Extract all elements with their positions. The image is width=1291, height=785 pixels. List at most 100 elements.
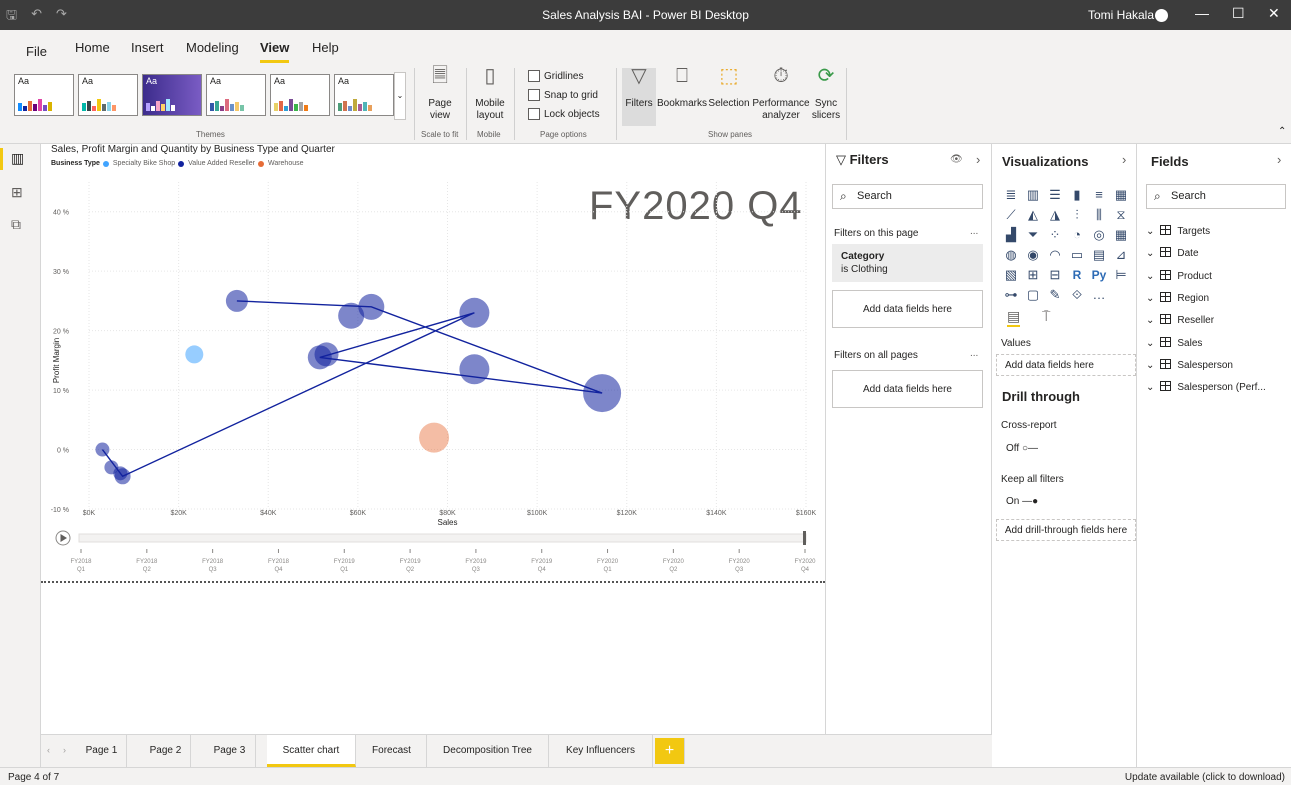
eye-icon[interactable]: 👁 bbox=[950, 154, 963, 165]
menu-modeling[interactable]: Modeling bbox=[186, 40, 239, 55]
cross-report-toggle[interactable]: Off ○— bbox=[1006, 443, 1038, 454]
close-button[interactable]: ✕ bbox=[1268, 5, 1280, 22]
viz-100-bar-icon[interactable]: ≡ bbox=[1088, 186, 1110, 204]
viz-r-icon[interactable]: R bbox=[1066, 266, 1088, 284]
viz-slicer-icon[interactable]: ▧ bbox=[1000, 266, 1022, 284]
filters-pane-button[interactable]: ▽ Filters bbox=[624, 66, 654, 110]
viz-stacked-bar-icon[interactable]: ≣ bbox=[1000, 186, 1022, 204]
collapse-pane-icon[interactable]: › bbox=[1277, 152, 1281, 167]
viz-area-icon[interactable]: ◭ bbox=[1022, 206, 1044, 224]
tab-page-2[interactable]: Page 2 bbox=[141, 735, 191, 767]
viz-decomposition-icon[interactable]: ⊶ bbox=[1000, 286, 1022, 304]
theme-swatch[interactable]: Aa bbox=[334, 74, 394, 116]
viz-multi-row-card-icon[interactable]: ▤ bbox=[1088, 246, 1110, 264]
lock-objects-checkbox[interactable]: Lock objects bbox=[528, 108, 600, 120]
tab-page-1[interactable]: Page 1 bbox=[77, 735, 127, 767]
tab-page-3[interactable]: Page 3 bbox=[204, 735, 256, 767]
viz-stacked-column-icon[interactable]: ▥ bbox=[1022, 186, 1044, 204]
theme-swatch-selected[interactable]: Aa bbox=[142, 74, 202, 116]
viz-donut-icon[interactable]: ◎ bbox=[1088, 226, 1110, 244]
performance-analyzer-button[interactable]: ⏱ Performance analyzer bbox=[752, 66, 810, 122]
viz-table-icon[interactable]: ⊞ bbox=[1022, 266, 1044, 284]
viz-line-column-icon[interactable]: ⫶ bbox=[1066, 206, 1088, 224]
menu-insert[interactable]: Insert bbox=[131, 40, 164, 55]
drill-through-field-well[interactable]: Add drill-through fields here bbox=[996, 519, 1136, 541]
field-table-item[interactable]: ⌄ Salesperson (Perf... bbox=[1146, 381, 1266, 393]
viz-kpi-icon[interactable]: ⊿ bbox=[1110, 246, 1132, 264]
collapse-pane-icon[interactable]: › bbox=[1122, 152, 1126, 167]
fields-well-icon[interactable]: ▤ bbox=[1007, 308, 1021, 327]
field-table-item[interactable]: ⌄ Date bbox=[1146, 247, 1199, 259]
viz-pie-icon[interactable]: ◔ bbox=[1066, 226, 1088, 244]
add-page-filter-well[interactable]: Add data fields here bbox=[832, 290, 983, 328]
theme-swatch[interactable]: Aa bbox=[78, 74, 138, 116]
tab-forecast[interactable]: Forecast bbox=[357, 735, 427, 767]
tab-scroll-right-icon[interactable]: › bbox=[63, 745, 66, 755]
mobile-layout-button[interactable]: ▯ Mobile layout bbox=[470, 66, 510, 122]
viz-qa-icon[interactable]: ▢ bbox=[1022, 286, 1044, 304]
tab-scroll-left-icon[interactable]: ‹ bbox=[47, 745, 50, 755]
viz-line-icon[interactable]: ⟋ bbox=[1000, 206, 1022, 224]
theme-gallery-expand-icon[interactable]: ⌄ bbox=[394, 72, 406, 120]
viz-smart-narrative-icon[interactable]: ✎ bbox=[1044, 286, 1066, 304]
data-view-icon[interactable]: ⊞ bbox=[11, 184, 23, 201]
viz-filled-map-icon[interactable]: ◉ bbox=[1022, 246, 1044, 264]
menu-help[interactable]: Help bbox=[312, 40, 339, 55]
field-table-item[interactable]: ⌄ Salesperson bbox=[1146, 358, 1233, 371]
selection-pane-button[interactable]: ⬚ Selection bbox=[708, 66, 750, 110]
play-axis-handle[interactable] bbox=[803, 531, 806, 545]
viz-stacked-area-icon[interactable]: ◮ bbox=[1044, 206, 1066, 224]
add-page-button[interactable]: + bbox=[655, 738, 685, 764]
viz-map-icon[interactable]: ◍ bbox=[1000, 246, 1022, 264]
scatter-chart[interactable]: -10 % 0 % 10 % 20 % 30 % 40 % $0K $20K $40K $60K $… bbox=[41, 144, 825, 584]
values-field-well[interactable]: Add data fields here bbox=[996, 354, 1136, 376]
viz-clustered-bar-icon[interactable]: ☰ bbox=[1044, 186, 1066, 204]
field-table-item[interactable]: ⌄ Sales bbox=[1146, 336, 1202, 349]
minimize-button[interactable]: — bbox=[1195, 5, 1209, 21]
field-table-item[interactable]: ⌄ Reseller bbox=[1146, 314, 1214, 326]
viz-more-icon[interactable]: … bbox=[1088, 286, 1110, 304]
viz-100-column-icon[interactable]: ▦ bbox=[1110, 186, 1132, 204]
menu-view[interactable]: View bbox=[260, 40, 290, 63]
format-paint-roller-icon[interactable]: ⍑ bbox=[1042, 308, 1050, 325]
sync-slicers-button[interactable]: ⟳ Sync slicers bbox=[810, 66, 842, 122]
viz-gauge-icon[interactable]: ◠ bbox=[1044, 246, 1066, 264]
viz-matrix-icon[interactable]: ⊟ bbox=[1044, 266, 1066, 284]
avatar[interactable] bbox=[1155, 9, 1168, 22]
viz-py-icon[interactable]: Py bbox=[1088, 266, 1110, 284]
viz-paginated-icon[interactable]: ⟐ bbox=[1066, 286, 1088, 304]
add-all-pages-filter-well[interactable]: Add data fields here bbox=[832, 370, 983, 408]
report-canvas[interactable]: Sales, Profit Margin and Quantity by Bus… bbox=[41, 144, 825, 734]
viz-key-influencers-icon[interactable]: ⊨ bbox=[1110, 266, 1132, 284]
field-table-item[interactable]: ⌄ Region bbox=[1146, 291, 1209, 304]
field-table-item[interactable]: ⌄ Targets bbox=[1146, 225, 1210, 237]
report-view-icon[interactable]: ▥ bbox=[11, 150, 24, 167]
model-view-icon[interactable]: ⧉ bbox=[11, 216, 21, 233]
viz-card-icon[interactable]: ▭ bbox=[1066, 246, 1088, 264]
more-options-icon[interactable]: ... bbox=[970, 226, 978, 237]
collapse-ribbon-icon[interactable]: ⌃ bbox=[1278, 126, 1286, 137]
maximize-button[interactable]: ☐ bbox=[1232, 5, 1245, 22]
fields-search-input[interactable]: ⌕ Search bbox=[1146, 184, 1286, 209]
user-name[interactable]: Tomi Hakala bbox=[1088, 8, 1154, 22]
theme-swatch[interactable]: Aa bbox=[270, 74, 330, 116]
viz-treemap-icon[interactable]: ▦ bbox=[1110, 226, 1132, 244]
update-available-link[interactable]: Update available (click to download) bbox=[1125, 772, 1285, 783]
bookmarks-pane-button[interactable]: ⎕ Bookmarks bbox=[657, 66, 707, 110]
page-view-button[interactable]: 🗏 Page view bbox=[420, 66, 460, 122]
filters-search-input[interactable]: ⌕ Search bbox=[832, 184, 983, 209]
theme-swatch[interactable]: Aa bbox=[14, 74, 74, 116]
viz-clustered-column-icon[interactable]: ▮ bbox=[1066, 186, 1088, 204]
field-table-item[interactable]: ⌄ Product bbox=[1146, 269, 1212, 282]
viz-line-clustered-icon[interactable]: ⫼ bbox=[1088, 206, 1110, 224]
collapse-pane-icon[interactable]: › bbox=[976, 152, 980, 167]
gridlines-checkbox[interactable]: Gridlines bbox=[528, 70, 583, 82]
theme-swatch[interactable]: Aa bbox=[206, 74, 266, 116]
snap-to-grid-checkbox[interactable]: Snap to grid bbox=[528, 89, 598, 101]
viz-waterfall-icon[interactable]: ▟ bbox=[1000, 226, 1022, 244]
viz-ribbon-icon[interactable]: ⧖ bbox=[1110, 206, 1132, 224]
viz-scatter-icon[interactable]: ⁘ bbox=[1044, 226, 1066, 244]
keep-filters-toggle[interactable]: On —● bbox=[1006, 496, 1038, 507]
tab-scatter-chart[interactable]: Scatter chart bbox=[267, 735, 356, 767]
viz-funnel-icon[interactable]: ⏷ bbox=[1022, 226, 1044, 244]
